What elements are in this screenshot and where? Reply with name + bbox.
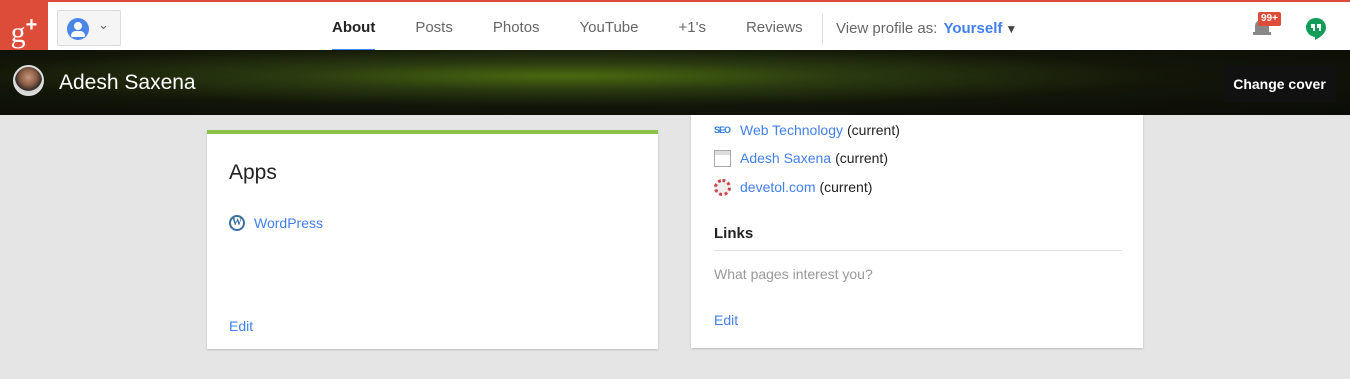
tab-photos[interactable]: Photos xyxy=(473,2,560,52)
links-edit-link[interactable]: Edit xyxy=(714,312,738,328)
cover-photo-bar: Adesh Saxena Change cover xyxy=(0,50,1350,115)
profile-name: Adesh Saxena xyxy=(59,71,196,94)
logo-plus: + xyxy=(25,14,38,36)
hangouts-icon[interactable] xyxy=(1306,18,1326,40)
google-plus-logo[interactable]: g+ xyxy=(0,2,48,50)
contributor-site-row: Adesh Saxena (current) xyxy=(714,149,888,167)
site-status: (current) xyxy=(819,179,873,195)
user-icon xyxy=(67,18,89,40)
top-nav-bar: g+ ⌄ About Posts Photos YouTube +1's Rev… xyxy=(0,0,1350,52)
links-card: SEO Web Technology (current) Adesh Saxen… xyxy=(691,115,1143,348)
links-placeholder: What pages interest you? xyxy=(714,266,873,282)
tab-reviews[interactable]: Reviews xyxy=(726,2,823,52)
seo-site-icon: SEO xyxy=(714,124,731,135)
site-status: (current) xyxy=(835,150,888,166)
site-link[interactable]: devetol.com xyxy=(740,179,815,195)
notification-count-badge[interactable]: 99+ xyxy=(1258,12,1281,26)
view-as-dropdown[interactable]: Yourself xyxy=(943,20,1002,37)
contributor-site-row: devetol.com (current) xyxy=(714,178,872,196)
gear-site-icon xyxy=(714,178,731,196)
view-profile-as: View profile as: Yourself ▼ xyxy=(836,2,1017,52)
tab-youtube[interactable]: YouTube xyxy=(560,2,659,52)
chevron-down-icon: ⌄ xyxy=(98,17,109,32)
logo-letter: g xyxy=(10,16,26,49)
profile-avatar[interactable] xyxy=(13,65,44,96)
contributor-site-row: SEO Web Technology (current) xyxy=(714,121,900,139)
tab-posts[interactable]: Posts xyxy=(395,2,473,52)
site-link[interactable]: Web Technology xyxy=(740,122,843,138)
site-link[interactable]: Adesh Saxena xyxy=(740,150,831,166)
view-as-label: View profile as: xyxy=(836,20,938,37)
nav-divider xyxy=(822,14,823,44)
change-cover-button[interactable]: Change cover xyxy=(1223,65,1336,103)
site-status: (current) xyxy=(847,122,900,138)
profile-tabs: About Posts Photos YouTube +1's Reviews xyxy=(312,2,823,52)
links-divider xyxy=(714,250,1122,251)
page-site-icon xyxy=(714,149,731,167)
wordpress-icon: W xyxy=(229,215,245,231)
apps-card-title: Apps xyxy=(229,161,277,184)
chevron-down-icon[interactable]: ▼ xyxy=(1005,22,1017,36)
app-link[interactable]: WordPress xyxy=(254,215,323,231)
tab-about[interactable]: About xyxy=(312,2,395,52)
app-item[interactable]: W WordPress xyxy=(229,214,323,232)
links-heading: Links xyxy=(714,225,754,242)
apps-card: Apps W WordPress Edit xyxy=(207,130,658,349)
apps-edit-link[interactable]: Edit xyxy=(229,318,253,334)
tab-plus-ones[interactable]: +1's xyxy=(659,2,726,52)
profile-switcher-button[interactable]: ⌄ xyxy=(57,10,121,46)
